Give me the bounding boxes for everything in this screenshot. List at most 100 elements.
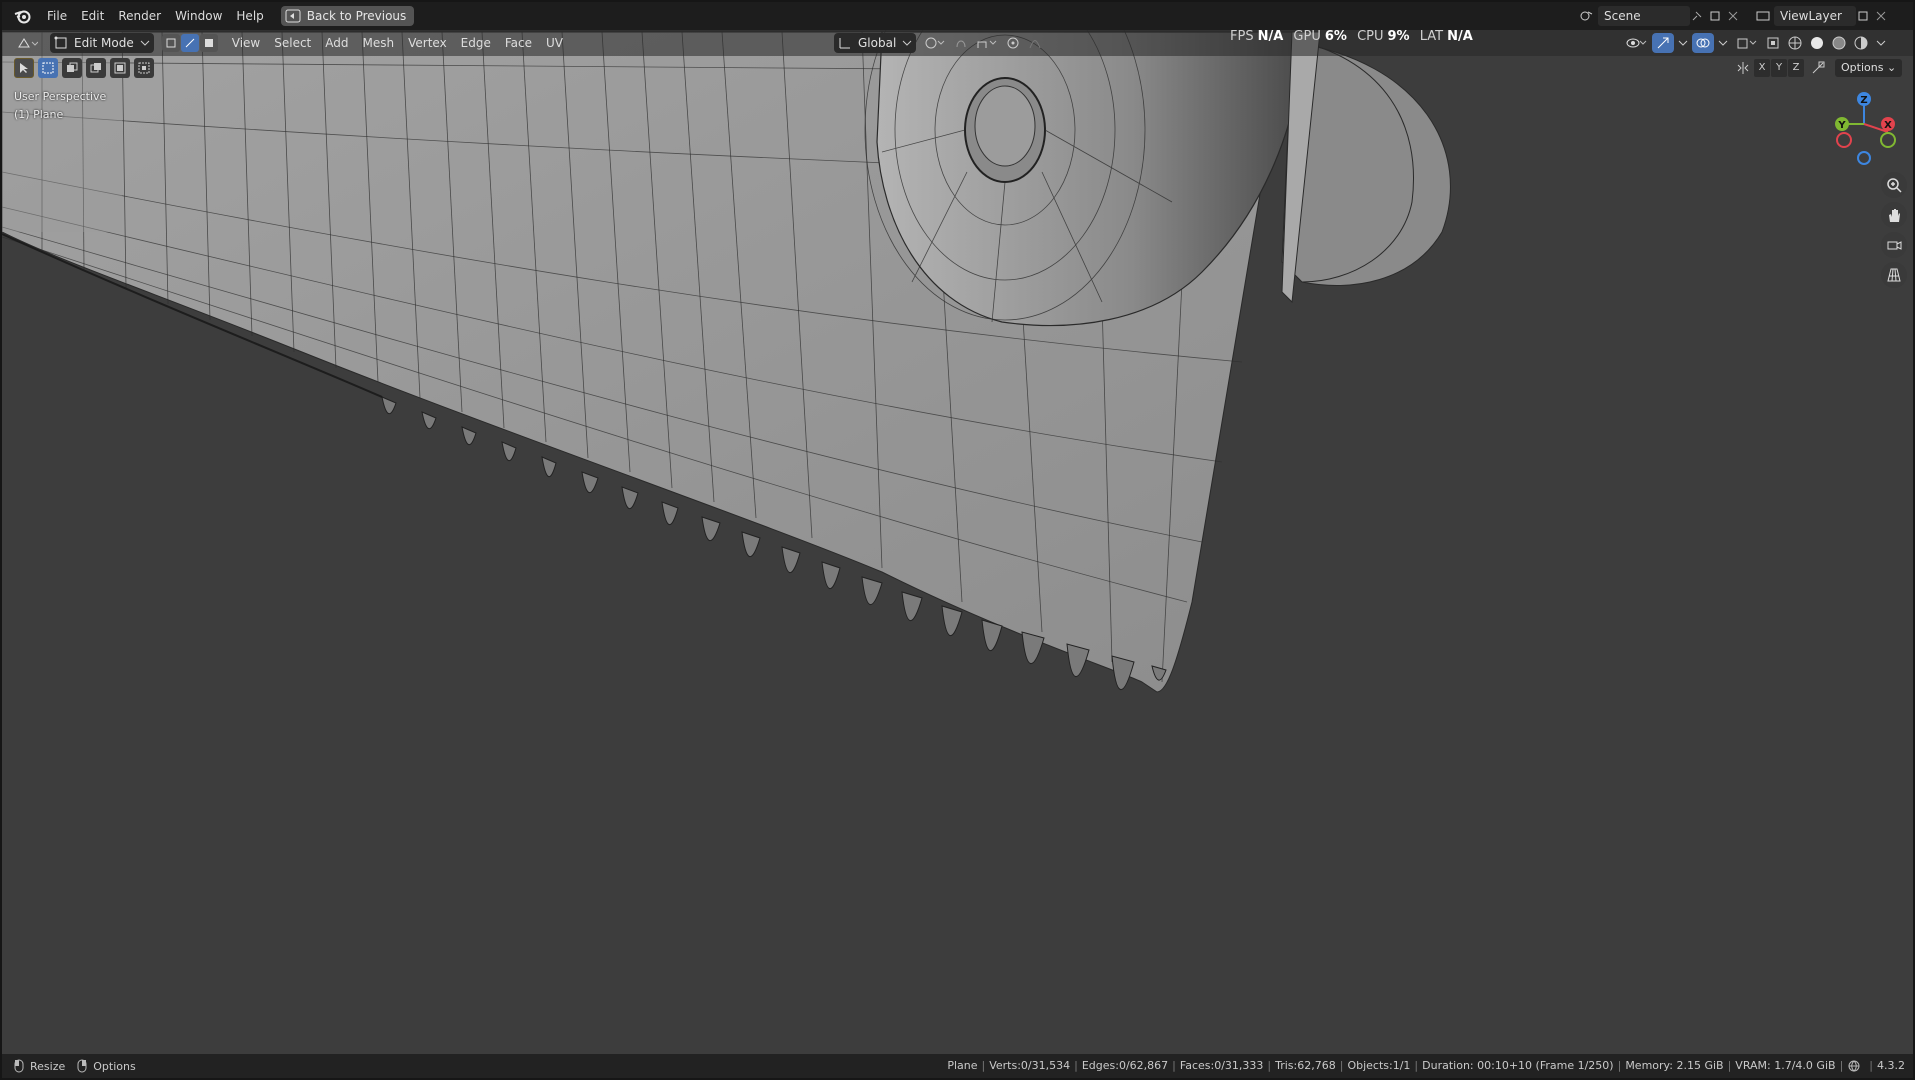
mirror-x-button[interactable]: X (1754, 59, 1770, 77)
top-menubar: File Edit Render Window Help Back to Pre… (2, 2, 1913, 30)
scene-name-field[interactable]: Scene (1598, 6, 1690, 26)
select-invert-icon[interactable] (110, 58, 130, 78)
performance-stats: FPS N/A GPU 6% CPU 9% LAT N/A (1230, 29, 1479, 44)
menu-view[interactable]: View (225, 30, 267, 56)
stat-vram: VRAM: 1.7/4.0 GiB (1735, 1059, 1836, 1072)
menu-file[interactable]: File (40, 2, 74, 30)
camera-view-icon[interactable] (1881, 232, 1907, 258)
gizmo-x-label: X (1884, 120, 1892, 131)
xray-toggle-icon[interactable] (1762, 33, 1784, 53)
chevron-down-icon (902, 40, 912, 46)
status-bar: Resize Options Plane | Verts:0/31,534 | Ed… (2, 1054, 1913, 1078)
pivot-icon[interactable] (920, 33, 950, 53)
mirror-z-button[interactable]: Z (1788, 59, 1804, 77)
snap-target-icon[interactable] (972, 33, 1002, 53)
hint-options: Options (93, 1059, 136, 1073)
gizmo-menu-icon[interactable] (1674, 33, 1692, 53)
gizmo-toggle-icon[interactable] (1652, 33, 1674, 53)
stat-objects: Objects:1/1 (1347, 1059, 1411, 1072)
fps-value: N/A (1257, 29, 1284, 44)
select-extend-icon[interactable] (62, 58, 82, 78)
shading-menu-icon[interactable] (1872, 33, 1890, 53)
menu-select[interactable]: Select (267, 30, 318, 56)
scene-icon[interactable] (1580, 9, 1594, 23)
mirror-y-button[interactable]: Y (1771, 59, 1787, 77)
chevron-down-icon (140, 40, 150, 46)
rendered-shading-icon[interactable] (1850, 33, 1872, 53)
editor-type-button[interactable] (12, 33, 42, 53)
mode-dropdown[interactable]: Edit Mode (50, 33, 154, 53)
new-scene-icon[interactable] (1708, 9, 1722, 23)
viewport-canvas[interactable] (2, 2, 1913, 1078)
lat-value: N/A (1447, 29, 1473, 44)
overlay-toggle-icon[interactable] (1692, 33, 1714, 53)
menu-vertex[interactable]: Vertex (401, 30, 454, 56)
viewport-header: Edit Mode View Select Add Mesh Vertex Ed… (2, 30, 1913, 56)
mouse-left-icon (12, 1059, 26, 1073)
menu-edge[interactable]: Edge (454, 30, 498, 56)
menu-face[interactable]: Face (498, 30, 539, 56)
material-shading-icon[interactable] (1828, 33, 1850, 53)
solid-shading-icon[interactable] (1806, 33, 1828, 53)
navigation-gizmo[interactable]: Z X Y (1828, 88, 1904, 168)
remove-scene-icon[interactable] (1726, 9, 1740, 23)
proportional-edit-icon[interactable] (1002, 33, 1024, 53)
viewlayer-icon[interactable] (1756, 9, 1770, 23)
gizmo-y-label: Y (1837, 120, 1846, 131)
menu-mesh[interactable]: Mesh (356, 30, 402, 56)
viewport-options-row: X Y Z Options ⌄ (1736, 58, 1903, 78)
viewlayer-name-field[interactable]: ViewLayer (1774, 6, 1856, 26)
select-new-icon[interactable] (38, 58, 58, 78)
stat-duration: Duration: 00:10+10 (Frame 1/250) (1422, 1059, 1614, 1072)
visibility-icon[interactable] (1622, 33, 1652, 53)
back-to-previous-label: Back to Previous (306, 9, 407, 23)
transform-orientation-dropdown[interactable]: Global (834, 33, 917, 53)
view-perspective-label: User Perspective (14, 90, 107, 103)
snapping-controls (920, 33, 1054, 53)
select-tool-icon[interactable] (14, 58, 34, 78)
back-to-previous-button[interactable]: Back to Previous (280, 6, 415, 26)
stat-memory: Memory: 2.15 GiB (1625, 1059, 1724, 1072)
network-globe-icon[interactable] (1847, 1059, 1861, 1073)
tool-settings-row (14, 58, 158, 78)
blender-logo-icon[interactable] (12, 5, 34, 27)
active-object-label: (1) Plane (14, 108, 64, 121)
stat-version: 4.3.2 (1877, 1059, 1905, 1072)
wireframe-shading-icon[interactable] (1784, 33, 1806, 53)
pan-hand-icon[interactable] (1881, 202, 1907, 228)
falloff-icon[interactable] (1024, 33, 1054, 53)
remove-viewlayer-icon[interactable] (1874, 9, 1888, 23)
options-dropdown[interactable]: Options ⌄ (1835, 59, 1903, 77)
stat-tris: Tris:62,768 (1275, 1059, 1336, 1072)
edge-select-button[interactable] (180, 34, 199, 52)
status-hints: Resize Options (12, 1059, 136, 1073)
vertex-select-button[interactable] (161, 34, 180, 52)
menu-window[interactable]: Window (168, 2, 229, 30)
gizmo-z-label: Z (1860, 95, 1867, 106)
scene-selector: Scene (1580, 6, 1744, 26)
mirror-icon[interactable] (1736, 61, 1750, 75)
face-select-button[interactable] (199, 34, 218, 52)
back-icon (285, 9, 301, 23)
overlay-menu-icon[interactable] (1714, 33, 1732, 53)
snap-toggle-icon[interactable] (950, 33, 972, 53)
menu-edit[interactable]: Edit (74, 2, 111, 30)
stat-object: Plane (947, 1059, 978, 1072)
select-intersect-icon[interactable] (134, 58, 154, 78)
select-subtract-icon[interactable] (86, 58, 106, 78)
perspective-toggle-icon[interactable] (1881, 262, 1907, 288)
mesh-edit-overlay-icon[interactable] (1732, 33, 1762, 53)
new-viewlayer-icon[interactable] (1856, 9, 1870, 23)
stat-edges: Edges:0/62,867 (1081, 1059, 1169, 1072)
menu-help[interactable]: Help (229, 2, 270, 30)
menu-uv[interactable]: UV (539, 30, 570, 56)
editor-type-icon (18, 38, 38, 48)
pin-icon[interactable] (1690, 9, 1704, 23)
auto-merge-icon[interactable] (1811, 61, 1825, 75)
mouse-right-icon (75, 1059, 89, 1073)
cpu-value: 9% (1387, 29, 1410, 44)
zoom-icon[interactable] (1881, 172, 1907, 198)
stat-verts: Verts:0/31,534 (989, 1059, 1071, 1072)
menu-add[interactable]: Add (318, 30, 355, 56)
menu-render[interactable]: Render (111, 2, 168, 30)
